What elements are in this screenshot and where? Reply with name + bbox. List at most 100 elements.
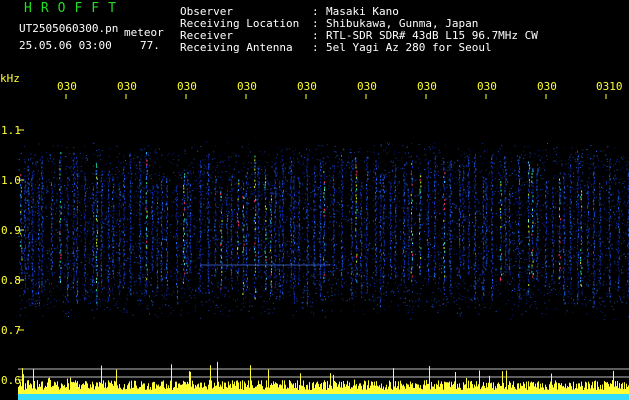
noise-dot <box>316 194 318 196</box>
noise-dot <box>71 280 73 282</box>
noise-dot <box>184 150 186 152</box>
noise-dot <box>251 193 253 195</box>
noise-dot <box>538 249 540 251</box>
noise-dot <box>421 218 423 219</box>
noise-dot <box>170 257 172 259</box>
noise-dot <box>414 195 415 197</box>
noise-dot <box>515 249 517 251</box>
noise-dot <box>268 275 270 277</box>
noise-dot <box>99 191 101 193</box>
noise-dot <box>391 162 393 164</box>
noise-dot <box>142 257 144 259</box>
noise-dot <box>22 252 24 254</box>
noise-dot <box>411 262 413 264</box>
noise-dot <box>44 279 46 281</box>
noise-dot <box>374 203 376 205</box>
noise-dot <box>405 153 407 155</box>
noise-dot <box>538 155 540 157</box>
noise-dot <box>387 142 388 144</box>
noise-dot <box>493 163 495 165</box>
noise-dot <box>174 201 176 203</box>
noise-dot <box>262 306 264 308</box>
noise-dot <box>553 177 555 179</box>
noise-dot <box>168 153 170 155</box>
noise-dot <box>531 304 533 306</box>
noise-dot <box>603 193 605 195</box>
noise-dot <box>622 232 624 233</box>
noise-dot <box>138 274 140 276</box>
noise-dot <box>241 180 243 182</box>
noise-dot <box>403 185 405 187</box>
noise-dot <box>596 155 598 157</box>
noise-dot <box>547 191 549 192</box>
noise-dot <box>513 204 515 205</box>
noise-dot <box>30 289 32 291</box>
noise-dot <box>192 166 194 168</box>
noise-dot <box>355 270 356 271</box>
noise-dot <box>482 152 484 154</box>
noise-dot <box>507 220 509 222</box>
noise-dot <box>116 177 118 179</box>
noise-dot <box>179 245 181 247</box>
noise-dot <box>26 300 28 302</box>
noise-dot <box>61 208 63 210</box>
noise-dot <box>73 275 75 277</box>
noise-dot <box>517 155 519 157</box>
noise-dot <box>519 240 521 242</box>
noise-dot <box>612 183 614 185</box>
noise-dot <box>297 158 298 160</box>
noise-dot <box>476 282 478 284</box>
noise-dot <box>588 285 590 287</box>
noise-dot <box>133 224 135 226</box>
noise-dot <box>144 222 146 224</box>
noise-dot <box>523 289 525 291</box>
noise-dot <box>542 204 544 206</box>
noise-dot <box>477 268 479 270</box>
noise-dot <box>299 163 301 165</box>
noise-dot <box>305 202 307 204</box>
noise-dot <box>422 256 424 258</box>
noise-dot <box>221 313 223 315</box>
noise-dot <box>53 287 55 289</box>
noise-dot <box>397 159 399 161</box>
noise-dot <box>572 156 574 158</box>
noise-dot <box>127 294 129 296</box>
noise-dot <box>456 253 458 255</box>
noise-dot <box>184 247 186 249</box>
noise-dot <box>296 225 298 227</box>
noise-dot <box>613 178 615 179</box>
noise-dot <box>613 170 615 172</box>
noise-dot <box>24 160 26 162</box>
noise-dot <box>78 173 80 175</box>
noise-dot <box>482 143 484 144</box>
noise-dot <box>322 160 324 162</box>
noise-dot <box>162 297 164 299</box>
noise-dot <box>116 190 118 192</box>
noise-dot <box>510 175 512 176</box>
noise-dot <box>247 147 249 149</box>
noise-dot <box>592 288 593 290</box>
noise-dot <box>605 254 607 256</box>
noise-dot <box>214 313 216 314</box>
noise-dot <box>196 220 198 222</box>
noise-dot <box>106 223 108 225</box>
noise-dot <box>525 258 527 260</box>
noise-dot <box>115 223 117 225</box>
noise-dot <box>209 163 211 165</box>
noise-dot <box>80 262 82 263</box>
noise-dot <box>406 182 408 184</box>
noise-dot <box>340 213 342 215</box>
noise-dot <box>508 283 510 285</box>
noise-dot <box>225 197 227 198</box>
noise-dot <box>252 167 254 169</box>
noise-dot <box>57 247 58 249</box>
noise-dot <box>66 166 68 168</box>
noise-dot <box>380 144 382 146</box>
noise-dot <box>494 285 496 287</box>
noise-dot <box>611 224 613 226</box>
noise-dot <box>114 284 116 285</box>
noise-dot <box>429 199 431 201</box>
noise-dot <box>203 198 205 200</box>
noise-dot <box>268 201 270 203</box>
noise-dot <box>515 191 516 193</box>
